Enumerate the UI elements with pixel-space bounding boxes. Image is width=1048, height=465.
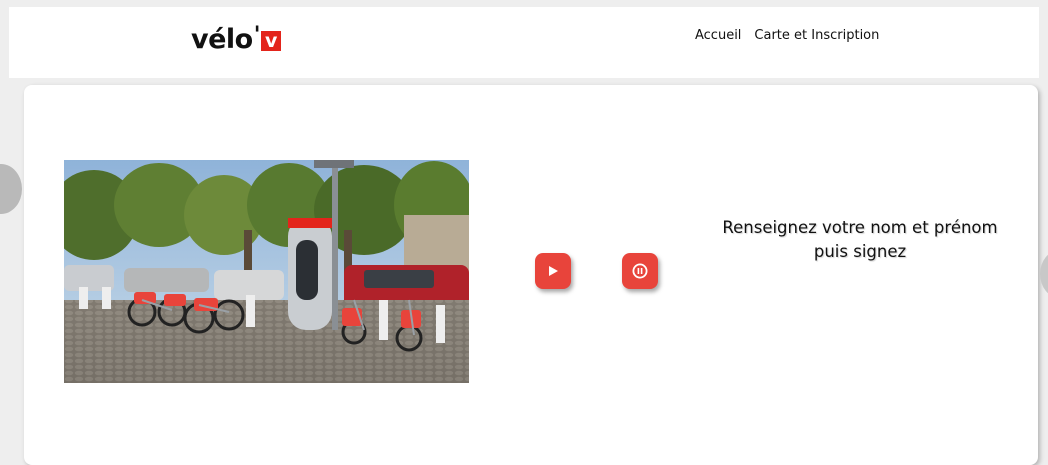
logo-apostrophe: ' — [253, 22, 261, 48]
nav-link-carte-inscription[interactable]: Carte et Inscription — [754, 27, 879, 44]
slider-prev-arrow[interactable] — [0, 164, 22, 214]
slide-image — [64, 160, 469, 383]
main-nav: Accueil Carte et Inscription — [695, 27, 879, 44]
pause-icon — [632, 263, 648, 279]
slide-caption: Renseignez votre nom et prénom puis sign… — [722, 218, 998, 261]
logo-badge: v — [260, 31, 281, 51]
pause-button[interactable] — [622, 253, 658, 289]
play-icon — [549, 266, 558, 276]
nav-link-accueil[interactable]: Accueil — [695, 27, 741, 44]
bike-station-photo — [64, 160, 469, 383]
play-button[interactable] — [535, 253, 571, 289]
logo-text: vélo — [191, 23, 253, 55]
slider-next-arrow[interactable] — [1040, 250, 1048, 298]
velov-logo[interactable]: vélo ' v — [191, 21, 281, 57]
site-header: vélo ' v Accueil Carte et Inscription — [9, 7, 1039, 78]
